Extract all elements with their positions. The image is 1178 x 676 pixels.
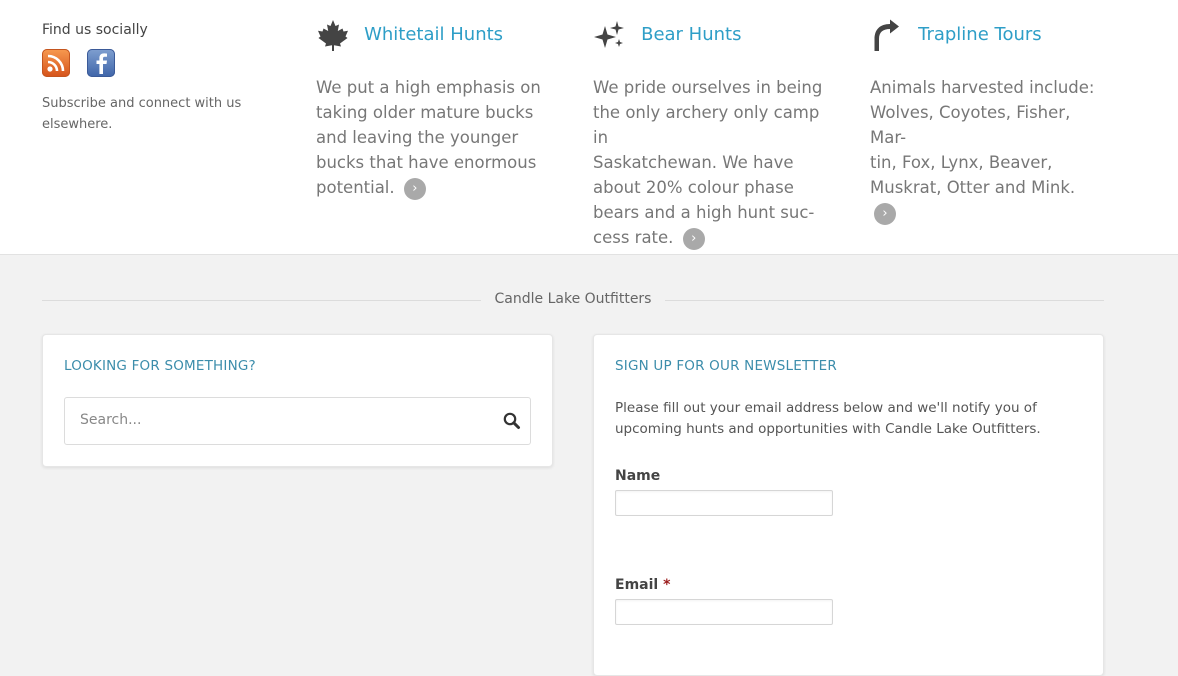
description-line: Wolves, Coyotes, Fisher, Mar- (870, 103, 1071, 147)
footer-divider-label: Candle Lake Outfitters (0, 291, 1146, 307)
description-line: and leaving the younger (316, 128, 519, 147)
name-label: Name (615, 468, 660, 484)
feature-description: Animals harvested include: Wolves, Coyot… (870, 75, 1105, 225)
name-label-text: Name (615, 468, 661, 484)
description-line: potential. › (316, 175, 551, 200)
email-field[interactable] (615, 599, 833, 625)
search-input[interactable] (78, 411, 482, 429)
feature-title-link[interactable]: Trapline Tours (918, 18, 1042, 52)
feature-header: Trapline Tours (870, 18, 1105, 54)
facebook-icon[interactable] (87, 49, 116, 77)
name-field[interactable] (615, 490, 833, 516)
maple-leaf-icon (316, 18, 350, 52)
sparkles-icon (593, 18, 627, 52)
search-icon[interactable] (502, 411, 522, 431)
description-line: taking older mature bucks (316, 103, 534, 122)
description-line-text: potential. (316, 178, 395, 197)
feature-header: Whitetail Hunts (316, 18, 551, 54)
email-label: Email * (615, 577, 670, 593)
social-icons (42, 49, 272, 79)
feature-bear-hunts: Bear Hunts We pride ourselves in being t… (593, 18, 828, 250)
site-name: Candle Lake Outfitters (480, 291, 666, 307)
newsletter-widget: SIGN UP FOR OUR NEWSLETTER Please fill o… (593, 334, 1104, 676)
social-subtitle: Subscribe and connect with us elsewhere. (42, 96, 242, 132)
newsletter-description: Please fill out your email address below… (615, 398, 1055, 440)
read-more-button[interactable]: › (682, 227, 705, 250)
description-line: Please fill out your email address below… (615, 400, 1037, 416)
rss-icon[interactable] (42, 49, 70, 77)
feature-trapline-tours: Trapline Tours Animals harvested include… (870, 18, 1105, 225)
top-section: Find us socially Subscribe and connect w… (0, 0, 1178, 255)
description-line: We pride ourselves in being (593, 78, 823, 97)
description-line: cess rate. › (593, 225, 828, 250)
description-line: bears and a high hunt suc- (593, 203, 815, 222)
description-line: bucks that have enormous (316, 153, 537, 172)
description-line: We put a high emphasis on (316, 78, 541, 97)
description-line: Animals harvested include: (870, 78, 1095, 97)
email-label-text: Email (615, 577, 659, 593)
description-line: Muskrat, Otter and Mink. › (870, 175, 1105, 225)
feature-title-link[interactable]: Bear Hunts (641, 18, 741, 52)
description-line: tin, Fox, Lynx, Beaver, (870, 153, 1053, 172)
feature-description: We put a high emphasis on taking older m… (316, 75, 551, 200)
search-heading: LOOKING FOR SOMETHING? (64, 358, 256, 374)
newsletter-heading: SIGN UP FOR OUR NEWSLETTER (615, 358, 837, 374)
description-line: upcoming hunts and opportunities with Ca… (615, 421, 1041, 437)
feature-whitetail-hunts: Whitetail Hunts We put a high emphasis o… (316, 18, 551, 200)
read-more-button[interactable]: › (874, 202, 896, 225)
feature-title-link[interactable]: Whitetail Hunts (364, 18, 503, 52)
description-line-text: Muskrat, Otter and Mink. (870, 178, 1076, 197)
feature-header: Bear Hunts (593, 18, 828, 54)
feature-description: We pride ourselves in being the only arc… (593, 75, 828, 250)
read-more-button[interactable]: › (403, 177, 426, 200)
description-line: the only archery only camp in (593, 103, 820, 147)
social-block: Find us socially Subscribe and connect w… (42, 20, 272, 135)
description-line: about 20% colour phase (593, 178, 794, 197)
description-line: Saskatchewan. We have (593, 153, 794, 172)
required-mark: * (663, 577, 671, 593)
curved-arrow-icon (870, 18, 904, 52)
social-title: Find us socially (42, 22, 148, 38)
search-widget: LOOKING FOR SOMETHING? (42, 334, 553, 467)
search-box (64, 397, 531, 445)
description-line-text: cess rate. (593, 228, 674, 247)
